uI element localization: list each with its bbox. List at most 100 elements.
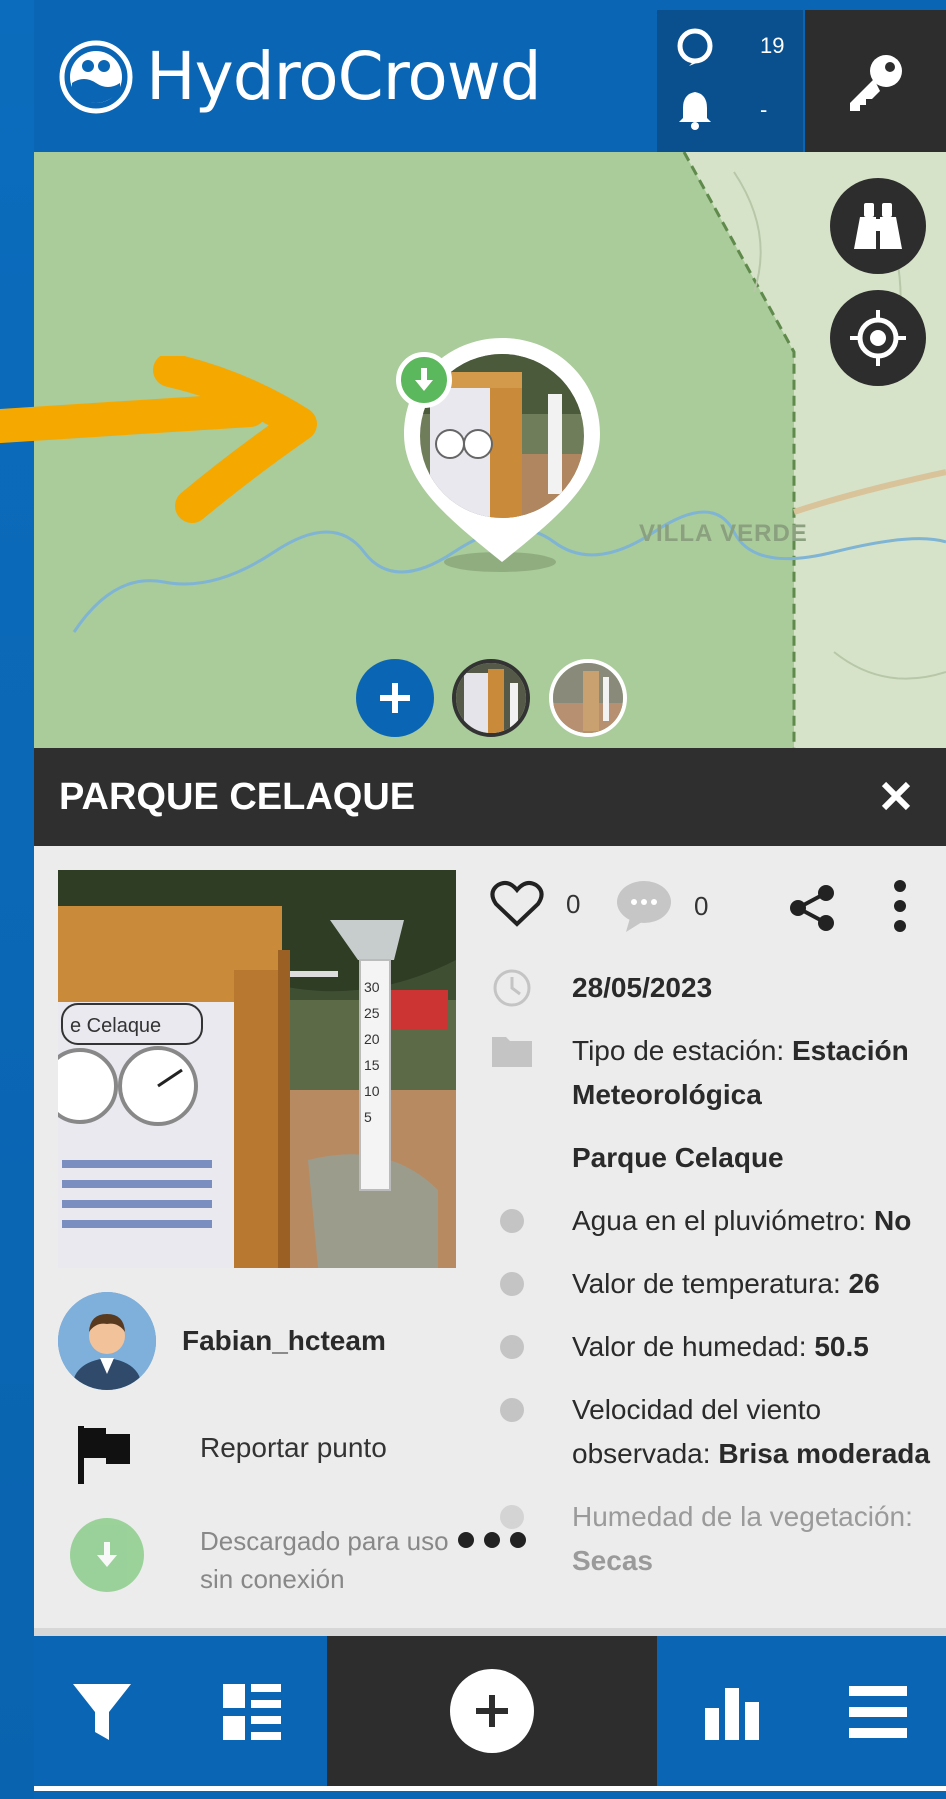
field-row: Velocidad del viento observada: Brisa mo…	[490, 1388, 930, 1476]
field-value: Brisa moderada	[718, 1438, 930, 1469]
login-button[interactable]	[805, 10, 946, 152]
clock-icon	[490, 968, 534, 1008]
list-button[interactable]	[216, 1676, 288, 1748]
share-icon	[790, 885, 834, 931]
field-value: No	[873, 1205, 912, 1236]
share-button[interactable]	[788, 884, 836, 932]
svg-text:20: 20	[364, 1031, 380, 1047]
svg-text:25: 25	[364, 1005, 380, 1021]
notifications-stat[interactable]: -	[675, 90, 767, 130]
svg-text:15: 15	[364, 1057, 380, 1073]
bullet-icon	[490, 1201, 534, 1241]
app-name: HydroCrowd	[146, 38, 542, 115]
bullet-icon	[490, 1497, 534, 1537]
app-logo[interactable]: HydroCrowd	[58, 38, 542, 115]
observation-thumb[interactable]	[549, 659, 627, 737]
close-button[interactable]	[874, 774, 918, 818]
app-header: HydroCrowd 19 -	[34, 0, 946, 152]
plus-icon	[380, 683, 410, 713]
like-button[interactable]: 0	[490, 880, 580, 928]
folder-icon	[490, 1031, 534, 1071]
detail-panel-body: e Celaque 30 25 20 15 10 5 Fabian_hcteam…	[34, 846, 946, 1634]
add-observation-area	[327, 1636, 657, 1786]
key-icon	[849, 55, 902, 111]
locate-button[interactable]	[830, 290, 926, 386]
field-value: 26	[848, 1268, 880, 1299]
field-value: Secas	[572, 1545, 653, 1576]
offline-download-icon	[70, 1518, 144, 1592]
bullet-icon	[490, 1264, 534, 1304]
comments-count: 0	[694, 890, 709, 921]
bottom-divider	[34, 1786, 946, 1791]
comment-icon	[617, 881, 671, 932]
offline-label: Descargado para uso sin conexión	[200, 1526, 449, 1594]
bottom-navigation	[34, 1636, 946, 1786]
add-observation-button[interactable]	[450, 1669, 534, 1753]
offline-status: Descargado para uso sin conexión	[70, 1518, 449, 1594]
station-type-row: Tipo de estación: Estación Meteorológica	[490, 1029, 930, 1117]
menu-button[interactable]	[842, 1676, 914, 1748]
date-row: 28/05/2023	[490, 966, 930, 1010]
filter-button[interactable]	[66, 1676, 138, 1748]
heart-icon	[490, 880, 544, 927]
pin-offline-badge	[396, 352, 452, 408]
map-place-label: VILLA VERDE	[639, 520, 808, 547]
notifications-count: -	[760, 97, 768, 122]
author-row[interactable]: Fabian_hcteam	[58, 1292, 386, 1390]
field-label: Valor de humedad:	[572, 1331, 815, 1362]
chart-icon	[705, 1688, 759, 1740]
highlight-arrow-icon	[0, 356, 317, 523]
locate-icon	[850, 310, 906, 366]
show-more-button[interactable]	[458, 1532, 526, 1548]
observation-details: 28/05/2023 Tipo de estación: Estación Me…	[490, 966, 930, 1602]
flag-icon	[78, 1426, 130, 1484]
svg-text:e Celaque: e Celaque	[70, 1015, 161, 1037]
action-bar: 0 0	[490, 880, 930, 940]
filter-icon	[73, 1684, 131, 1740]
contributions-count: 19	[760, 33, 785, 58]
detail-panel-header: PARQUE CELAQUE	[34, 748, 946, 846]
menu-icon	[849, 1686, 907, 1738]
avatar[interactable]	[58, 1292, 156, 1390]
contributions-stat[interactable]: 19	[675, 26, 784, 66]
svg-text:10: 10	[364, 1083, 380, 1099]
field-value: 50.5	[814, 1331, 869, 1362]
panel-divider	[34, 1628, 946, 1636]
station-photo[interactable]: e Celaque 30 25 20 15 10 5	[58, 870, 456, 1268]
station-type-label: Tipo de estación:	[572, 1035, 792, 1066]
field-row: Valor de humedad: 50.5	[490, 1325, 930, 1369]
vertical-dots-icon	[894, 880, 906, 932]
more-options-button[interactable]	[892, 880, 908, 932]
drop-icon	[675, 26, 715, 66]
explore-button[interactable]	[830, 178, 926, 274]
location-row: Parque Celaque	[490, 1136, 930, 1180]
field-label: Agua en el pluviómetro:	[572, 1205, 874, 1236]
author-username[interactable]: Fabian_hcteam	[182, 1325, 386, 1357]
observation-date: 28/05/2023	[572, 972, 713, 1003]
svg-text:5: 5	[364, 1109, 372, 1125]
binoculars-icon	[854, 203, 902, 249]
field-row: Agua en el pluviómetro: No	[490, 1199, 930, 1243]
user-stats-box[interactable]: 19 -	[657, 10, 803, 152]
statistics-button[interactable]	[696, 1676, 768, 1748]
bullet-icon	[490, 1327, 534, 1367]
comment-button[interactable]: 0	[616, 880, 708, 932]
download-arrow-icon	[415, 368, 433, 391]
field-label: Humedad de la vegetación:	[572, 1501, 913, 1532]
bell-icon	[675, 90, 715, 130]
list-icon	[223, 1684, 281, 1740]
report-point-button[interactable]: Reportar punto	[76, 1424, 387, 1484]
report-point-label: Reportar punto	[200, 1432, 387, 1463]
field-row: Valor de temperatura: 26	[490, 1262, 930, 1306]
bullet-icon	[490, 1390, 534, 1430]
hydrocrowd-logo-icon	[59, 40, 133, 113]
add-observation-thumb-button[interactable]	[356, 659, 434, 737]
panel-title: PARQUE CELAQUE	[59, 776, 416, 818]
likes-count: 0	[566, 888, 581, 919]
svg-text:30: 30	[364, 979, 380, 995]
close-icon	[881, 781, 911, 811]
field-row: Humedad de la vegetación: Secas	[490, 1495, 930, 1583]
observation-thumb[interactable]	[452, 659, 530, 737]
location-name: Parque Celaque	[572, 1142, 784, 1173]
field-label: Valor de temperatura:	[572, 1268, 849, 1299]
